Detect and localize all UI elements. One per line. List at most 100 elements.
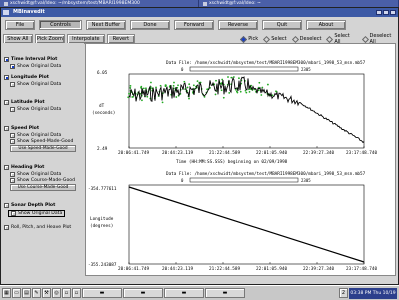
terminal-icon[interactable]: ▭ [12, 288, 21, 298]
radio-pick[interactable]: Pick [240, 35, 259, 43]
window-menu-icon[interactable] [4, 1, 8, 6]
minimize-icon[interactable] [376, 10, 382, 15]
label: Time Interval Plot [11, 57, 58, 62]
maximize-icon[interactable] [383, 10, 389, 15]
roll-pitch-heave-group: Roll, Pitch, and Heave Plot [4, 225, 71, 230]
checkbox[interactable] [4, 225, 9, 230]
plot-canvas[interactable]: Data File: /home/xschwidt/mbsystem/test/… [85, 43, 396, 276]
checkbox[interactable] [4, 100, 9, 105]
radio-label: Pick [248, 36, 259, 42]
editor-icon[interactable]: ✎ [32, 288, 41, 298]
radio-deselect[interactable]: Deselect [291, 35, 322, 43]
tools-icon[interactable]: ⚒ [42, 288, 51, 298]
show-original-sonar[interactable]: Show Original Data [8, 210, 66, 217]
plot-options-panel: Time Interval Plot Show Original Data Lo… [2, 43, 84, 273]
controls-button[interactable]: Controls [39, 20, 82, 30]
plot1-time-label: Time (HH:MM:SS.SSS) beginning on 02/09/1… [176, 159, 288, 165]
window-menu-icon[interactable] [203, 1, 207, 6]
next-buffer-button[interactable]: Next Buffer [86, 20, 126, 30]
label: Show Original Data [17, 82, 62, 87]
show-original-time[interactable]: Show Original Data [4, 64, 61, 69]
terminal-title-bars: xschwidt@f:val/ldeo: ~/mbsystem/test/MBA… [0, 0, 399, 7]
file-button[interactable]: File [5, 20, 35, 30]
checkbox[interactable] [4, 203, 9, 208]
folder-icon[interactable]: ▤ [22, 288, 31, 298]
checkbox[interactable] [10, 133, 15, 138]
checkbox[interactable] [4, 57, 9, 62]
quit-button[interactable]: Quit [262, 20, 302, 30]
terminal-title: xschwidt@f:val/ldeo: ~ [209, 1, 261, 6]
show-original-speed[interactable]: Show Original Data [4, 133, 76, 138]
terminal-window-2[interactable]: xschwidt@f:val/ldeo: ~ [199, 0, 399, 7]
plot2-ymax: -354.777611 [88, 186, 117, 192]
taskbar-clock[interactable]: 03:38 PM Thu 10/19 [349, 287, 397, 299]
plot2-xticks: 20:06:41.749 20:44:23.119 21:22:44.589 22:0… [118, 262, 377, 272]
show-course-made-good[interactable]: Show Course-Made-Good [4, 178, 76, 183]
done-button[interactable]: Done [130, 20, 170, 30]
window-title-bar[interactable]: MBinavedit [1, 8, 398, 17]
task-window-2[interactable]: ▬ [123, 288, 163, 298]
plot1-yunit: (seconds) [92, 110, 115, 116]
checkbox[interactable] [4, 75, 9, 80]
use-speed-made-good-button[interactable]: Use Speed-Made-Good [10, 145, 76, 152]
original-data-point [236, 91, 239, 94]
use-course-made-good-button[interactable]: Use Course-Made-Good [10, 184, 76, 191]
task-window-4[interactable]: ▬ [205, 288, 245, 298]
checkbox[interactable] [11, 211, 16, 216]
start-menu-icon[interactable]: ▦ [2, 288, 11, 298]
roll-pitch-heave-toggle[interactable]: Roll, Pitch, and Heave Plot [4, 225, 71, 230]
main-toolbar: File Controls Next Buffer Done Forward R… [1, 20, 398, 30]
checkbox[interactable] [10, 107, 15, 112]
radio-indicator [326, 35, 334, 43]
show-original-heading[interactable]: Show Original Data [4, 172, 76, 177]
task-window-1[interactable]: ▬ [82, 288, 122, 298]
about-button[interactable]: About [306, 20, 346, 30]
original-data-point [142, 87, 145, 90]
task-window-3[interactable]: ▬ [164, 288, 204, 298]
forward-button[interactable]: Forward [174, 20, 214, 30]
terminal-window-1[interactable]: xschwidt@f:val/ldeo: ~/mbsystem/test/MBA… [0, 0, 199, 7]
plot1-tick-label: 22:01:05.940 [256, 150, 287, 156]
radio-indicator [361, 35, 369, 43]
checkbox[interactable] [4, 165, 9, 170]
time-interval-toggle[interactable]: Time Interval Plot [4, 57, 61, 62]
plot1-scrollbar[interactable] [189, 66, 299, 72]
label: Heading Plot [11, 165, 45, 170]
checkbox[interactable] [4, 126, 9, 131]
speed-toggle[interactable]: Speed Plot [4, 126, 76, 131]
plot1-scroll-start: 0 [181, 67, 184, 72]
plot1-tick-label: 23:17:48.740 [346, 150, 377, 156]
radio-select[interactable]: Select [263, 35, 287, 43]
heading-group: Heading Plot Show Original Data Show Cou… [4, 165, 76, 191]
sonar-depth-toggle[interactable]: Sonar Depth Plot [4, 203, 65, 208]
show-speed-made-good[interactable]: Show Speed-Made-Good [4, 139, 76, 144]
radio-indicator [263, 35, 271, 43]
latitude-toggle[interactable]: Latitude Plot [4, 100, 61, 105]
close-icon[interactable] [390, 10, 396, 15]
plot2-scrollbar[interactable] [189, 177, 299, 183]
original-data-point [141, 99, 143, 102]
browser-icon[interactable]: ◎ [52, 288, 61, 298]
checkbox[interactable] [10, 64, 15, 69]
window-menu-icon[interactable] [3, 10, 9, 15]
heading-toggle[interactable]: Heading Plot [4, 165, 76, 170]
checkbox[interactable] [10, 139, 15, 144]
plot2-ylabel: Longitude [90, 216, 114, 222]
workspace-count[interactable]: 2 [339, 288, 348, 298]
plot2-scroll-end: 2305 [301, 178, 311, 183]
longitude-toggle[interactable]: Longitude Plot [4, 75, 61, 80]
checkbox[interactable] [10, 172, 15, 177]
workspace-2-icon[interactable]: ▫ [72, 288, 81, 298]
original-data-point [192, 84, 195, 87]
plot-svg[interactable]: Data File: /home/xschwidt/mbsystem/test/… [86, 44, 397, 277]
show-original-longitude[interactable]: Show Original Data [4, 82, 61, 87]
show-original-latitude[interactable]: Show Original Data [4, 107, 61, 112]
original-data-point [146, 95, 149, 98]
reverse-button[interactable]: Reverse [218, 20, 258, 30]
radio-label: Deselect [299, 36, 322, 42]
checkbox[interactable] [10, 82, 15, 87]
original-data-point [183, 80, 186, 83]
checkbox[interactable] [10, 178, 15, 183]
workspace-1-icon[interactable]: ▫ [62, 288, 71, 298]
original-data-point [172, 84, 175, 87]
